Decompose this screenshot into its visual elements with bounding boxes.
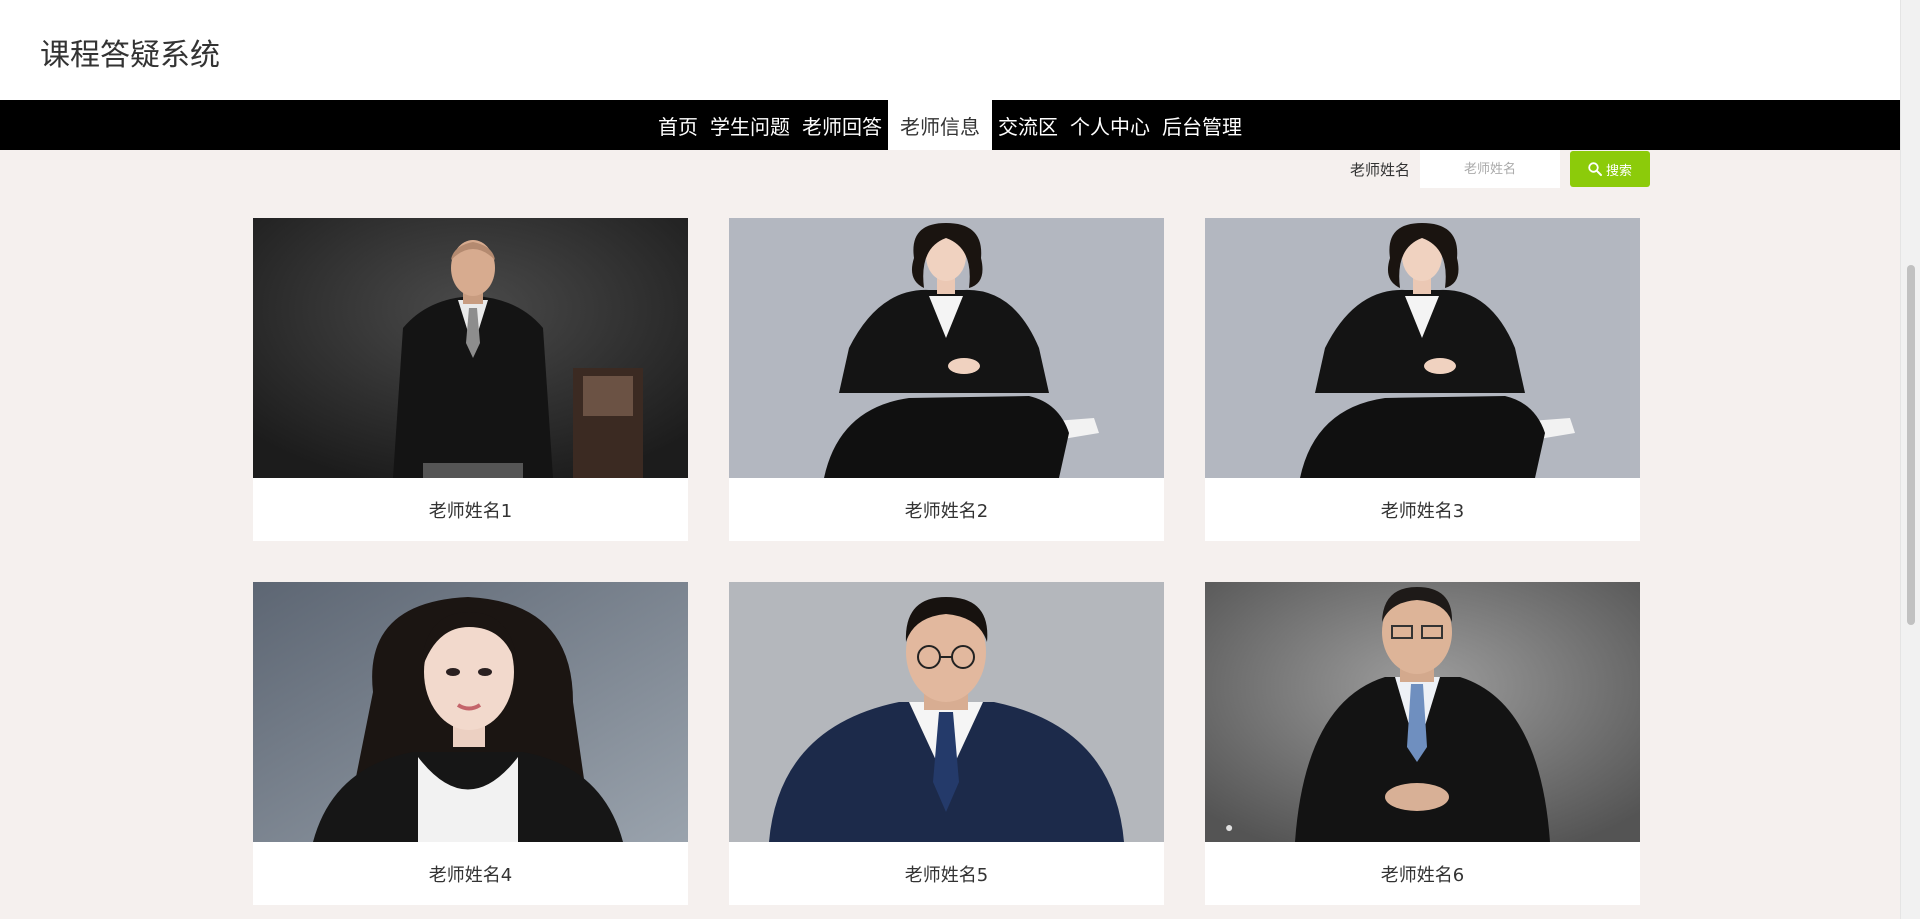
teacher-photo[interactable] — [729, 582, 1164, 842]
nav-item-admin[interactable]: 后台管理 — [1156, 100, 1248, 150]
nav-item-forum[interactable]: 交流区 — [992, 100, 1064, 150]
nav-item-home[interactable]: 首页 — [652, 100, 704, 150]
header: 课程答疑系统 — [0, 0, 1900, 100]
search-icon — [1588, 162, 1602, 176]
search-bar: 老师姓名 搜索 — [1350, 150, 1651, 188]
teacher-name: 老师姓名6 — [1380, 864, 1465, 886]
scrollbar-thumb[interactable] — [1907, 265, 1915, 625]
svg-text:●: ● — [1225, 819, 1233, 835]
nav-item-teacher-info[interactable]: 老师信息 — [888, 100, 992, 150]
nav-item-student-questions[interactable]: 学生问题 — [704, 100, 796, 150]
teacher-card[interactable]: 老师姓名1 — [253, 218, 688, 541]
nav-item-personal-center[interactable]: 个人中心 — [1064, 100, 1156, 150]
teacher-photo[interactable] — [729, 218, 1164, 478]
teacher-card[interactable]: 老师姓名4 — [253, 582, 688, 905]
nav-item-teacher-answers[interactable]: 老师回答 — [796, 100, 888, 150]
teacher-photo[interactable] — [253, 582, 688, 842]
teacher-photo[interactable] — [1205, 218, 1640, 478]
site-title: 课程答疑系统 — [40, 38, 220, 73]
teacher-photo[interactable] — [253, 218, 688, 478]
teacher-grid: 老师姓名1 老师姓名2 老师姓名3 老师姓名4 老师姓名5 ● 老师姓名6 — [253, 218, 1641, 905]
teacher-name: 老师姓名1 — [428, 500, 513, 522]
teacher-card[interactable]: ● 老师姓名6 — [1205, 582, 1640, 905]
main-nav: 首页 学生问题 老师回答 老师信息 交流区 个人中心 后台管理 — [0, 100, 1900, 150]
search-button-label: 搜索 — [1606, 163, 1633, 179]
teacher-photo[interactable]: ● — [1205, 582, 1640, 842]
teacher-name: 老师姓名3 — [1380, 500, 1465, 522]
search-button[interactable]: 搜索 — [1570, 151, 1651, 187]
teacher-name: 老师姓名4 — [428, 864, 513, 886]
teacher-card[interactable]: 老师姓名5 — [729, 582, 1164, 905]
teacher-card[interactable]: 老师姓名3 — [1205, 218, 1640, 541]
teacher-name: 老师姓名5 — [904, 864, 989, 886]
teacher-name: 老师姓名2 — [904, 500, 989, 522]
teacher-card[interactable]: 老师姓名2 — [729, 218, 1164, 541]
vertical-scrollbar[interactable] — [1900, 0, 1920, 919]
teacher-name-search-input[interactable] — [1420, 150, 1561, 188]
search-label: 老师姓名 — [1350, 160, 1411, 179]
